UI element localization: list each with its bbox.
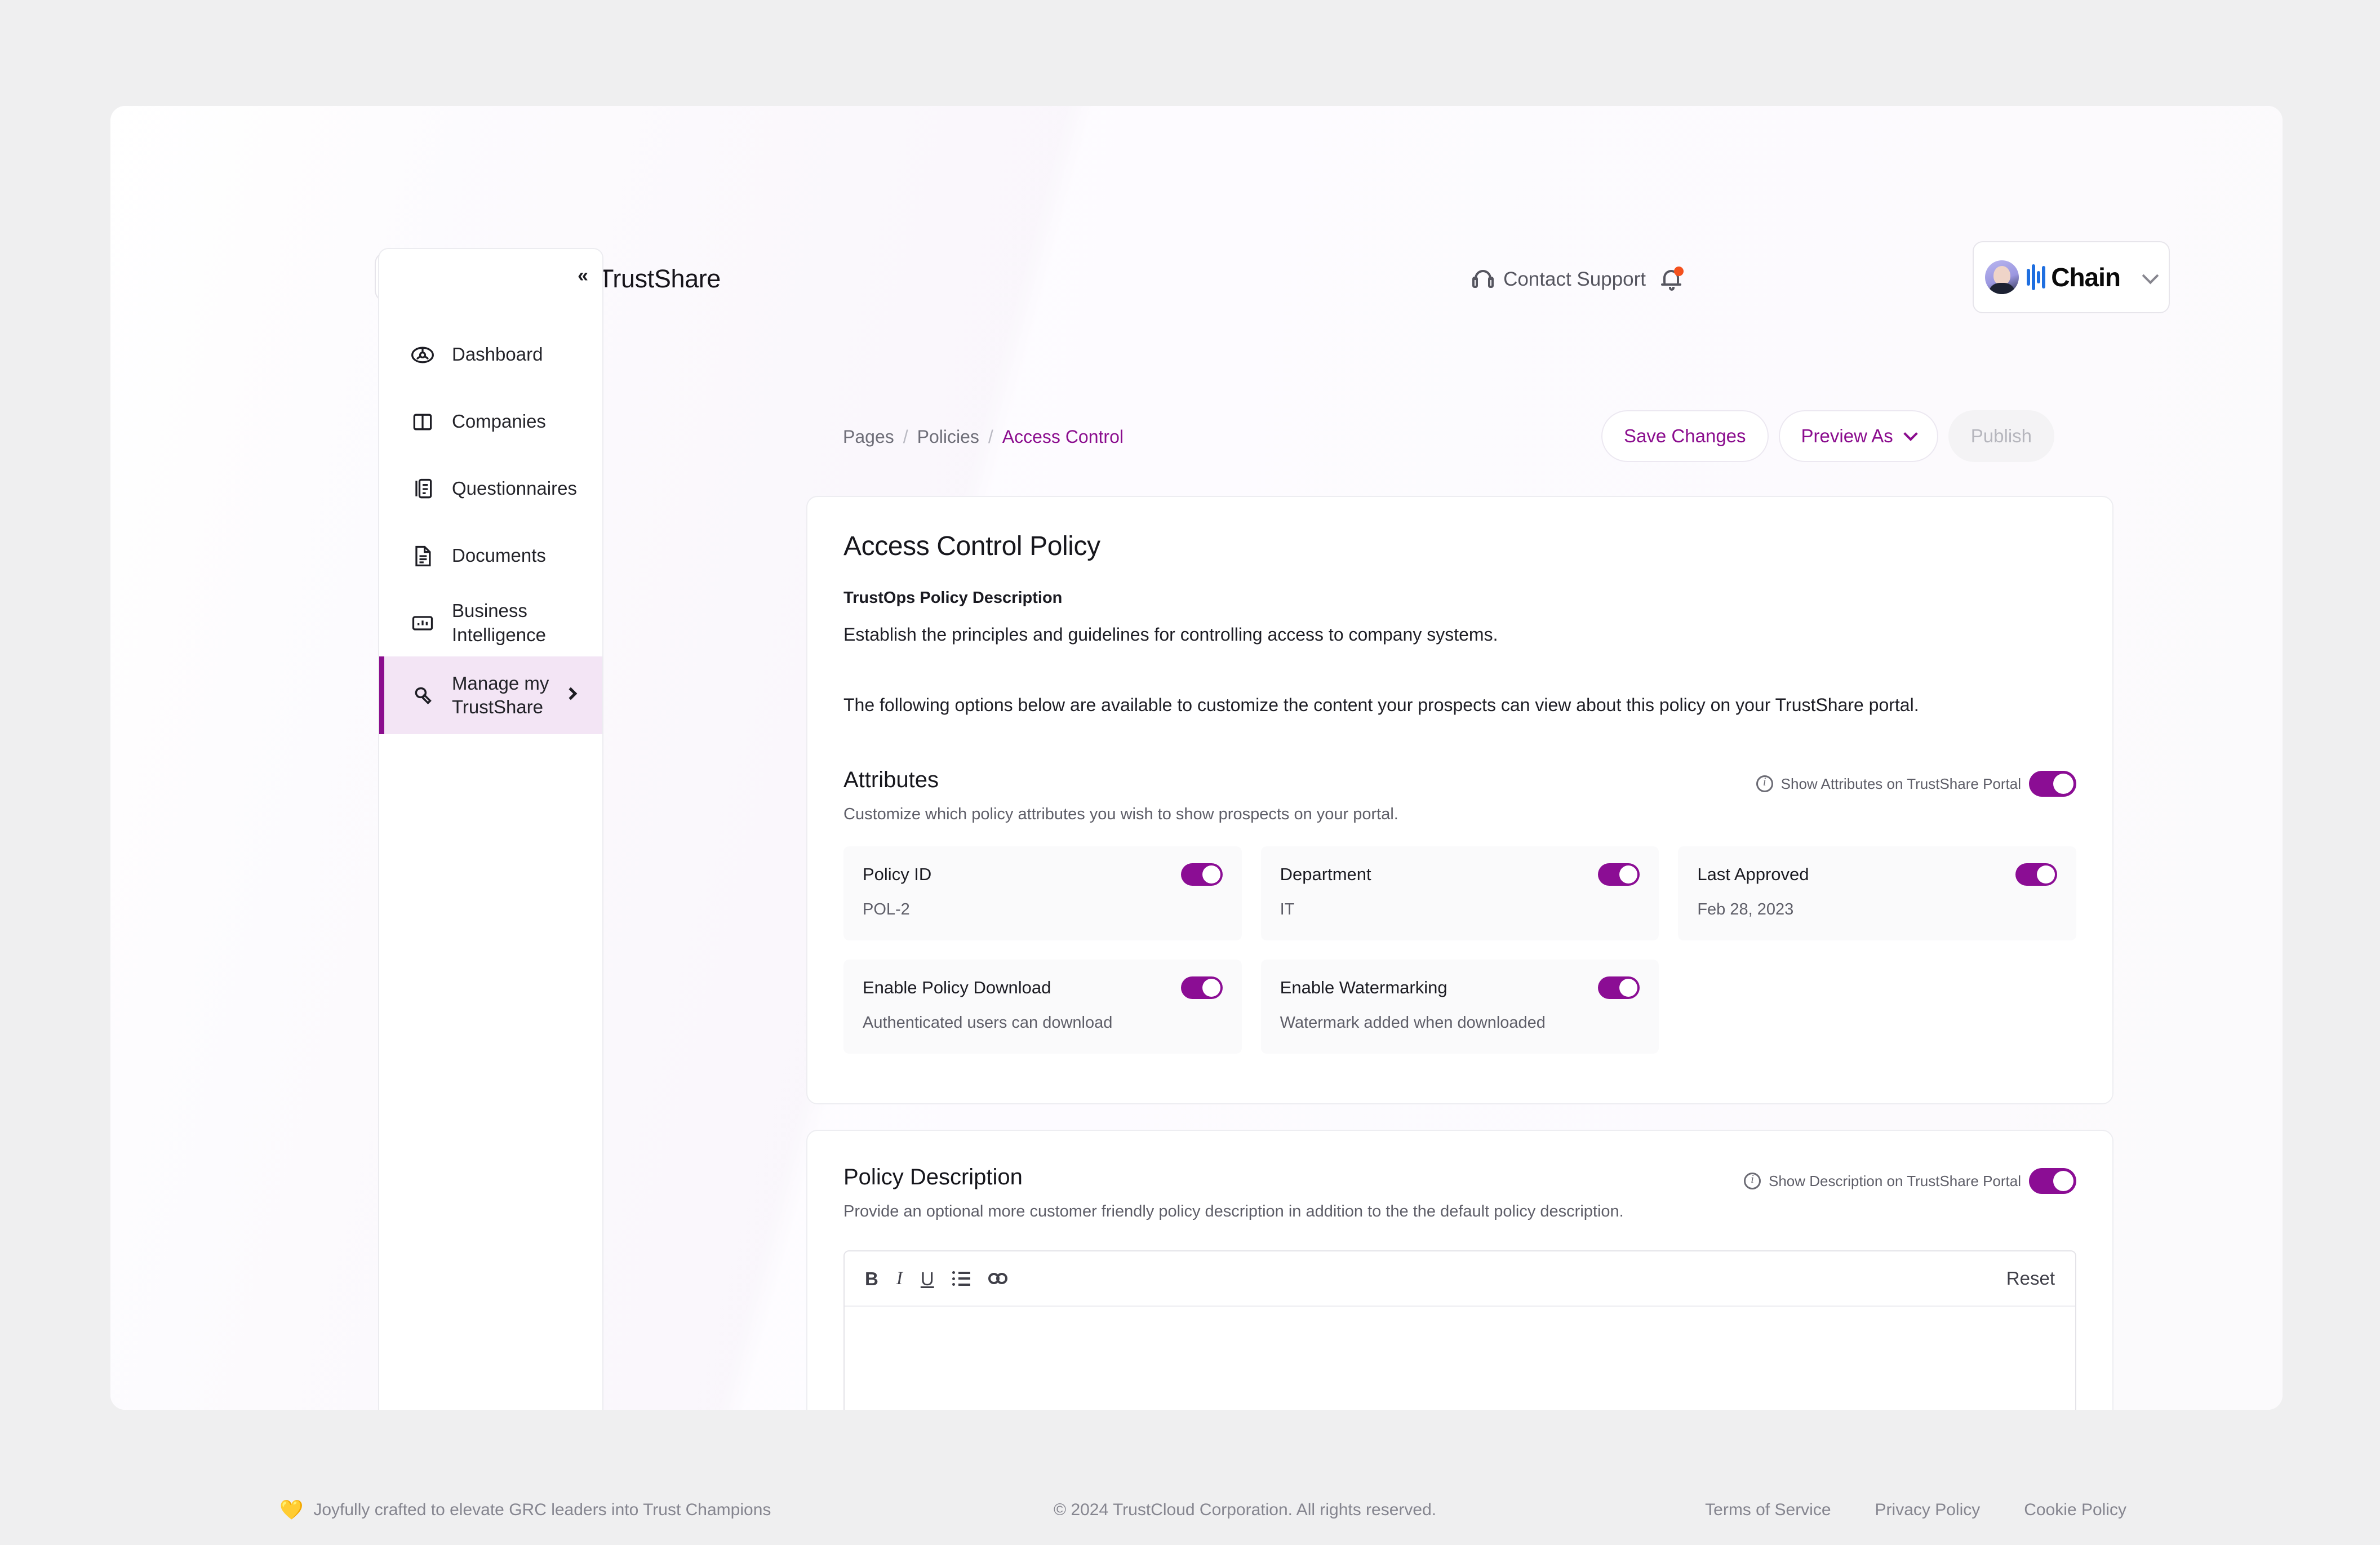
sidebar-nav: Dashboard Companies Questionnaires Docum… [379,321,602,734]
page-title: Access Control Policy [843,531,1100,561]
editor-toolbar: B I U Reset [845,1251,2075,1307]
sidebar-item-label: Manage my TrustShare [452,672,549,717]
breadcrumb-separator: / [903,427,908,447]
sidebar-item-manage-my-trustshare[interactable]: Manage my TrustShare [379,656,602,734]
attributes-title: Attributes [843,767,939,792]
info-icon[interactable] [1744,1172,1761,1189]
sidebar-item-label: Business Intelligence [452,600,546,645]
breadcrumb-separator: / [988,427,993,447]
policy-description-text: Establish the principles and guidelines … [843,624,1498,645]
attributes-description: Customize which policy attributes you wi… [843,805,1398,823]
show-attributes-toggle[interactable] [2029,771,2076,797]
footer-link-cookie[interactable]: Cookie Policy [2024,1500,2126,1520]
reset-button[interactable]: Reset [2006,1268,2055,1289]
link-icon[interactable] [988,1272,1007,1285]
attribute-toggle[interactable] [2015,863,2057,886]
show-attributes-label: Show Attributes on TrustShare Portal [1780,775,2021,792]
attributes-section-header: Attributes Customize which policy attrib… [843,767,2076,824]
attribute-label: Last Approved [1697,864,1809,884]
policy-description-card: Policy Description Provide an optional m… [806,1130,2113,1410]
attributes-grid-row-2: Enable Policy Download Authenticated use… [843,960,2076,1054]
sidebar-item-documents[interactable]: Documents [379,522,602,589]
description-subtext: Provide an optional more customer friend… [843,1202,1624,1220]
description-section-header: Policy Description Provide an optional m… [843,1165,2076,1221]
breadcrumb-current: Access Control [1002,427,1124,447]
chevron-down-icon [1903,427,1918,441]
dashboard-pie-icon [410,343,435,367]
breadcrumb-pages[interactable]: Pages [843,427,894,447]
info-icon[interactable] [1756,775,1773,792]
attribute-card: Last Approved Feb 28, 2023 [1678,846,2076,940]
breadcrumb: Pages / Policies / Access Control [843,427,1124,447]
app-window: TrustShare Contact Support Chain « Dashb… [110,106,2283,1410]
main-content: Pages / Policies / Access Control Save C… [603,248,2283,1410]
attribute-label: Department [1280,864,1371,884]
attribute-toggle[interactable] [1180,976,1223,999]
footer-link-terms[interactable]: Terms of Service [1705,1500,1831,1520]
top-bar: TrustShare Contact Support Chain [110,106,2283,313]
attribute-toggle[interactable] [1598,863,1640,886]
sidebar-item-label: Documents [452,545,546,566]
document-lines-icon [410,544,435,569]
footer-link-privacy[interactable]: Privacy Policy [1875,1500,1981,1520]
attribute-value: POL-2 [863,900,910,918]
sidebar-item-questionnaires[interactable]: Questionnaires [379,455,602,522]
sidebar: « Dashboard Companies Questionnaires Doc… [378,248,603,1410]
sidebar-item-label: Companies [452,411,546,432]
show-description-label: Show Description on TrustShare Portal [1769,1172,2021,1189]
attribute-value: Feb 28, 2023 [1697,900,1794,918]
publish-button[interactable]: Publish [1948,410,2054,462]
sidebar-item-companies[interactable]: Companies [379,388,602,455]
attribute-toggle[interactable] [1598,976,1640,999]
policy-subheading: TrustOps Policy Description [843,589,1063,607]
attribute-card: Enable Policy Download Authenticated use… [843,960,1242,1054]
attribute-label: Enable Watermarking [1280,978,1447,997]
sidebar-item-label: Dashboard [452,344,543,365]
bullet-list-icon[interactable] [952,1271,970,1286]
sidebar-collapse-button[interactable]: « [578,265,588,287]
rich-text-editor: B I U Reset [843,1250,2076,1410]
italic-button[interactable]: I [896,1269,903,1288]
bar-chart-icon [410,611,435,636]
preview-as-button[interactable]: Preview As [1778,410,1938,462]
attribute-card: Enable Watermarking Watermark added when… [1260,960,1659,1054]
save-changes-label: Save Changes [1624,425,1746,446]
attribute-toggle[interactable] [1180,863,1223,886]
attributes-card: Access Control Policy TrustOps Policy De… [806,496,2113,1104]
attribute-card: Policy ID POL-2 [843,846,1242,940]
footer-tagline-group: 💛 Joyfully crafted to elevate GRC leader… [279,1499,771,1521]
attribute-label: Enable Policy Download [863,978,1051,997]
yellow-heart-icon: 💛 [279,1499,304,1521]
footer-copyright: © 2024 TrustCloud Corporation. All right… [1054,1500,1437,1519]
underline-button[interactable]: U [921,1269,934,1288]
description-title: Policy Description [843,1165,1023,1189]
breadcrumb-policies[interactable]: Policies [917,427,979,447]
sidebar-item-label: Questionnaires [452,478,577,499]
sidebar-item-business-intelligence[interactable]: Business Intelligence [379,589,602,656]
show-description-toggle[interactable] [2029,1168,2076,1194]
page-actions: Save Changes Preview As Publish [1601,410,2054,462]
wrench-icon [410,683,435,708]
footer-links: Terms of Service Privacy Policy Cookie P… [1705,1500,2126,1520]
save-changes-button[interactable]: Save Changes [1601,410,1769,462]
sidebar-item-dashboard[interactable]: Dashboard [379,321,602,388]
editor-content-area[interactable] [845,1307,2075,1410]
publish-label: Publish [1970,425,2032,446]
show-attributes-toggle-group[interactable]: Show Attributes on TrustShare Portal [1756,767,2076,797]
attribute-value: Watermark added when downloaded [1280,1014,1546,1032]
attribute-value: Authenticated users can download [863,1014,1113,1032]
policy-note-text: The following options below are availabl… [843,695,1919,715]
page-footer: 💛 Joyfully crafted to elevate GRC leader… [0,1476,2380,1544]
attributes-grid-row-1: Policy ID POL-2 Department IT Last Appro… [843,846,2076,940]
documents-stack-icon [410,477,435,501]
bold-button[interactable]: B [865,1269,878,1288]
attribute-card: Department IT [1260,846,1659,940]
footer-tagline: Joyfully crafted to elevate GRC leaders … [313,1500,771,1519]
attribute-card-placeholder [1678,960,2076,1054]
attribute-value: IT [1280,900,1295,918]
preview-as-label: Preview As [1801,425,1893,446]
attribute-label: Policy ID [863,864,932,884]
building-icon [410,410,435,434]
show-description-toggle-group[interactable]: Show Description on TrustShare Portal [1744,1165,2076,1194]
